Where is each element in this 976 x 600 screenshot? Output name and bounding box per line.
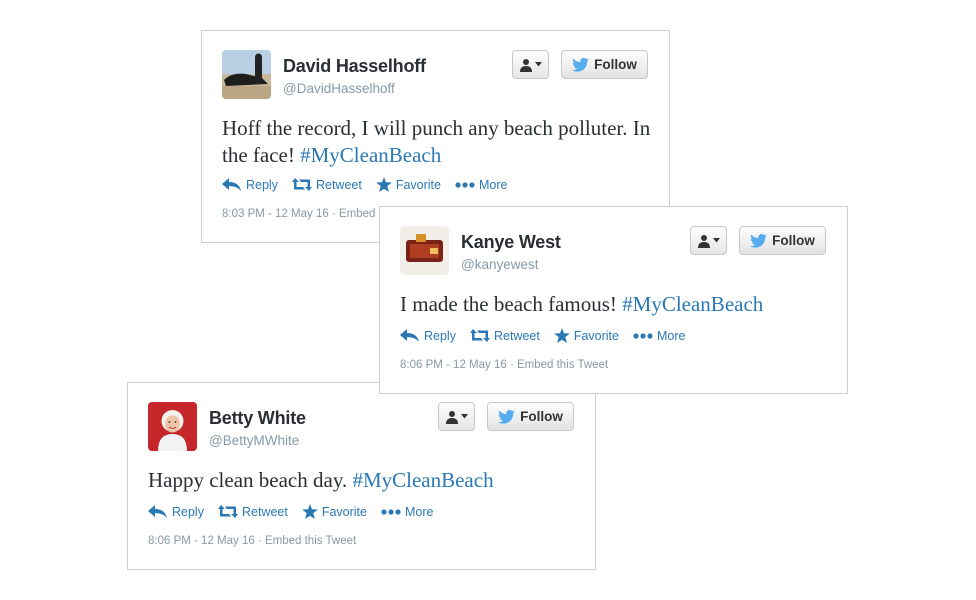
twitter-bird-icon (750, 233, 768, 248)
tweet-body: Happy clean beach day. (148, 468, 353, 492)
retweet-label: Retweet (315, 177, 362, 192)
more-button[interactable]: More (381, 505, 433, 519)
follow-label: Follow (772, 233, 815, 248)
follow-label: Follow (594, 57, 637, 72)
person-icon (520, 58, 532, 72)
tweet-card-kanye: Kanye West @kanyewest Follow I made the … (379, 206, 848, 394)
star-icon (554, 328, 570, 343)
twitter-bird-icon (572, 57, 590, 72)
tweet-actions: Reply Retweet Favorite More (400, 328, 699, 343)
retweet-button[interactable]: Retweet (469, 328, 540, 343)
favorite-label: Favorite (573, 328, 619, 343)
user-actions-button[interactable] (438, 402, 475, 431)
retweet-label: Retweet (493, 328, 540, 343)
display-name[interactable]: David Hasselhoff (283, 56, 426, 77)
twitter-bird-icon (498, 409, 516, 424)
more-label: More (478, 177, 508, 192)
star-icon (376, 177, 392, 192)
more-label: More (404, 504, 434, 519)
reply-icon (148, 505, 167, 518)
favorite-button[interactable]: Favorite (554, 328, 619, 343)
tweet-actions: Reply Retweet Favorite More (148, 504, 447, 519)
user-handle[interactable]: @BettyMWhite (209, 433, 299, 448)
retweet-icon (217, 505, 238, 518)
person-icon (446, 410, 458, 424)
more-button[interactable]: More (455, 178, 507, 192)
tweet-card-betty: Betty White @BettyMWhite Follow Happy cl… (127, 382, 596, 570)
tweet-actions: Reply Retweet Favorite More (222, 177, 521, 192)
follow-button[interactable]: Follow (739, 226, 826, 255)
user-actions-button[interactable] (512, 50, 549, 79)
caret-down-icon (461, 414, 468, 419)
tweet-text: Happy clean beach day. #MyCleanBeach (148, 467, 578, 494)
reply-button[interactable]: Reply (148, 505, 204, 519)
tweet-timestamp[interactable]: 8:06 PM - 12 May 16 · Embed this Tweet (400, 359, 608, 371)
retweet-button[interactable]: Retweet (217, 504, 288, 519)
caret-down-icon (535, 62, 542, 67)
follow-label: Follow (520, 409, 563, 424)
display-name[interactable]: Betty White (209, 408, 306, 429)
hashtag-link[interactable]: #MyCleanBeach (300, 143, 441, 167)
reply-label: Reply (172, 504, 204, 519)
user-handle[interactable]: @DavidHasselhoff (283, 81, 395, 96)
tweet-text: I made the beach famous! #MyCleanBeach (400, 291, 830, 318)
person-icon (698, 234, 710, 248)
reply-icon (400, 329, 419, 342)
retweet-icon (291, 178, 312, 191)
retweet-icon (469, 329, 490, 342)
reply-icon (222, 178, 241, 191)
more-dots-icon (455, 181, 475, 188)
caret-down-icon (713, 238, 720, 243)
follow-button[interactable]: Follow (487, 402, 574, 431)
user-actions-button[interactable] (690, 226, 727, 255)
reply-label: Reply (424, 328, 456, 343)
avatar[interactable] (222, 50, 271, 99)
more-button[interactable]: More (633, 329, 685, 343)
more-dots-icon (633, 332, 653, 339)
more-dots-icon (381, 508, 401, 515)
favorite-label: Favorite (321, 504, 367, 519)
tweet-body: I made the beach famous! (400, 292, 623, 316)
hashtag-link[interactable]: #MyCleanBeach (622, 292, 763, 316)
favorite-button[interactable]: Favorite (376, 177, 441, 192)
reply-button[interactable]: Reply (222, 178, 278, 192)
favorite-button[interactable]: Favorite (302, 504, 367, 519)
avatar[interactable] (148, 402, 197, 451)
tweet-text: Hoff the record, I will punch any beach … (222, 115, 652, 169)
retweet-label: Retweet (241, 504, 288, 519)
star-icon (302, 504, 318, 519)
hashtag-link[interactable]: #MyCleanBeach (352, 468, 493, 492)
favorite-label: Favorite (395, 177, 441, 192)
reply-label: Reply (246, 177, 278, 192)
reply-button[interactable]: Reply (400, 329, 456, 343)
user-handle[interactable]: @kanyewest (461, 257, 539, 272)
more-label: More (656, 328, 686, 343)
retweet-button[interactable]: Retweet (291, 177, 362, 192)
follow-button[interactable]: Follow (561, 50, 648, 79)
tweet-timestamp[interactable]: 8:06 PM - 12 May 16 · Embed this Tweet (148, 535, 356, 547)
display-name[interactable]: Kanye West (461, 232, 561, 253)
avatar[interactable] (400, 226, 449, 275)
